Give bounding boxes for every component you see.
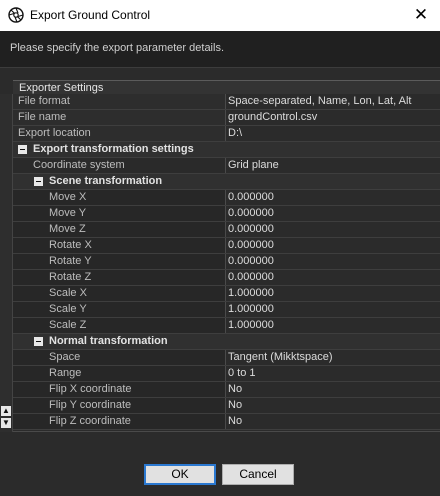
property-label: Range	[13, 366, 226, 381]
property-label: Space	[13, 350, 226, 365]
property-row[interactable]: Flip X coordinate No	[13, 382, 440, 398]
property-row[interactable]: File format Space-separated, Name, Lon, L…	[13, 94, 440, 110]
property-row[interactable]: Export location D:\	[13, 126, 440, 142]
property-row[interactable]: Scale Z 1.000000	[13, 318, 440, 334]
property-row[interactable]: Move Z 0.000000	[13, 222, 440, 238]
property-label: Scale X	[13, 286, 226, 301]
property-label: Flip Z coordinate	[13, 414, 226, 429]
property-value[interactable]: 0.000000	[228, 190, 440, 205]
property-row[interactable]: Range 0 to 1	[13, 366, 440, 382]
property-label: Flip Y coordinate	[13, 398, 226, 413]
property-value[interactable]: 1.000000	[228, 318, 440, 333]
instruction-text: Please specify the export parameter deta…	[10, 42, 225, 54]
property-row[interactable]: Flip Y coordinate No	[13, 398, 440, 414]
property-label: Coordinate system	[13, 158, 226, 173]
property-label: Rotate Y	[13, 254, 226, 269]
property-label: Export location	[13, 126, 226, 141]
property-value[interactable]: 1.000000	[228, 286, 440, 301]
property-value[interactable]: D:\	[228, 126, 440, 141]
property-label: Rotate Z	[13, 270, 226, 285]
property-value[interactable]: 0.000000	[228, 206, 440, 221]
property-value[interactable]: Grid plane	[228, 158, 440, 173]
close-icon[interactable]: ✕	[408, 3, 434, 27]
property-label: Move Y	[13, 206, 226, 221]
property-row[interactable]: Space Tangent (Mikktspace)	[13, 350, 440, 366]
property-label: Scale Z	[13, 318, 226, 333]
property-value[interactable]: Tangent (Mikktspace)	[228, 350, 440, 365]
category-row[interactable]: Normal transformation	[13, 334, 440, 350]
group-title: Exporter Settings	[19, 82, 104, 94]
property-value[interactable]: 0.000000	[228, 270, 440, 285]
collapse-icon[interactable]	[34, 337, 43, 346]
property-value[interactable]: 0.000000	[228, 238, 440, 253]
property-row[interactable]: Flip Z coordinate No	[13, 414, 440, 430]
property-label: File name	[13, 110, 226, 125]
category-label: Export transformation settings	[33, 143, 194, 155]
property-value[interactable]: No	[228, 414, 440, 429]
scroll-down-icon[interactable]: ▼	[1, 418, 11, 428]
property-value[interactable]: 0 to 1	[228, 366, 440, 381]
collapse-icon[interactable]	[34, 177, 43, 186]
property-value[interactable]: 0.000000	[228, 254, 440, 269]
property-grid: Exporter Settings ▲ ▼ File format Space-s…	[0, 80, 440, 432]
scrollbar[interactable]: ▲ ▼	[0, 94, 13, 432]
property-row[interactable]: File name groundControl.csv	[13, 110, 440, 126]
property-label: Scale Y	[13, 302, 226, 317]
property-label: Move X	[13, 190, 226, 205]
property-row[interactable]: Move Y 0.000000	[13, 206, 440, 222]
property-label: File format	[13, 94, 226, 109]
property-value[interactable]: No	[228, 398, 440, 413]
category-row[interactable]: Export transformation settings	[13, 142, 440, 158]
property-rows: File format Space-separated, Name, Lon, L…	[13, 94, 440, 430]
property-row[interactable]: Move X 0.000000	[13, 190, 440, 206]
scroll-up-icon[interactable]: ▲	[1, 406, 11, 416]
camera-aperture-icon	[8, 7, 24, 23]
property-row[interactable]: Rotate Y 0.000000	[13, 254, 440, 270]
instruction-area: Please specify the export parameter deta…	[0, 31, 440, 68]
property-value[interactable]: 1.000000	[228, 302, 440, 317]
category-row[interactable]: Scene transformation	[13, 174, 440, 190]
property-value[interactable]: No	[228, 382, 440, 397]
title-bar: Export Ground Control ✕	[0, 0, 440, 31]
property-row[interactable]: Rotate X 0.000000	[13, 238, 440, 254]
property-row[interactable]: Rotate Z 0.000000	[13, 270, 440, 286]
category-label: Normal transformation	[49, 335, 168, 347]
property-label: Move Z	[13, 222, 226, 237]
category-label: Scene transformation	[49, 175, 163, 187]
property-label: Flip X coordinate	[13, 382, 226, 397]
group-header: Exporter Settings	[13, 80, 440, 94]
property-row[interactable]: Scale X 1.000000	[13, 286, 440, 302]
window-title: Export Ground Control	[30, 8, 151, 22]
property-label: Rotate X	[13, 238, 226, 253]
ok-button[interactable]: OK	[144, 464, 216, 485]
cancel-button[interactable]: Cancel	[222, 464, 294, 485]
property-row[interactable]: Scale Y 1.000000	[13, 302, 440, 318]
property-value[interactable]: 0.000000	[228, 222, 440, 237]
property-value[interactable]: Space-separated, Name, Lon, Lat, Alt	[228, 94, 440, 109]
property-value[interactable]: groundControl.csv	[228, 110, 440, 125]
collapse-icon[interactable]	[18, 145, 27, 154]
property-row[interactable]: Coordinate system Grid plane	[13, 158, 440, 174]
